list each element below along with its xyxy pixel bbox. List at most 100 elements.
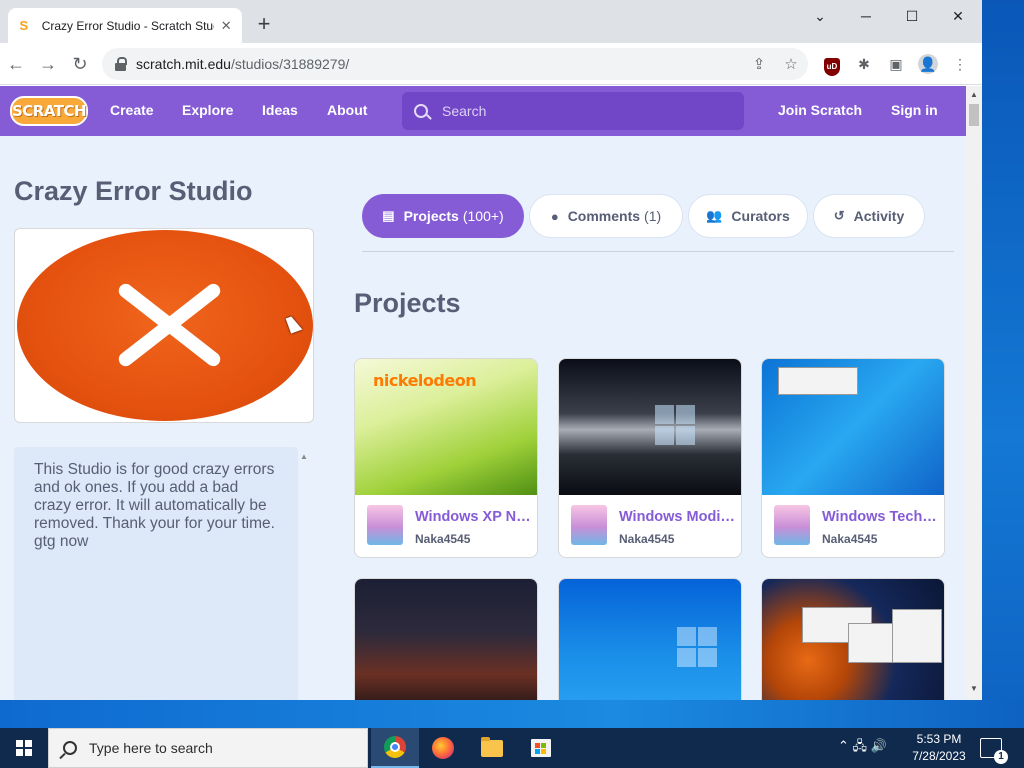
taskbar-search-box[interactable]: Type here to search [48,728,368,768]
scroll-thumb[interactable] [969,104,979,126]
taskbar-chrome[interactable] [371,728,419,768]
clock-date: 7/28/2023 [912,749,966,763]
search-icon [414,104,428,118]
minimize-button[interactable]: ─ [843,6,889,26]
tab-count: (100+) [462,208,504,224]
project-card[interactable] [558,578,742,700]
browser-tab[interactable]: S Crazy Error Studio - Scratch Studio ✕ [8,8,242,43]
nav-about[interactable]: About [327,102,367,118]
project-thumbnail[interactable]: nickelodeon [355,359,537,495]
back-arrow-icon[interactable]: ← [4,52,28,76]
ublock-badge: uD [824,58,840,76]
tab-search-chevron-icon[interactable]: ⌄ [797,6,843,26]
project-card[interactable]: Windows Modified Naka4545 [558,358,742,558]
tab-count: (1) [644,208,662,224]
nav-ideas[interactable]: Ideas [262,102,298,118]
search-icon [63,741,77,755]
taskbar-clock[interactable]: 5:53 PM 7/28/2023 [906,731,972,765]
project-card[interactable]: nickelodeon Windows XP Nickelodeon Naka4… [354,358,538,558]
project-author[interactable]: Naka4545 [619,532,674,546]
windows-taskbar: Type here to search ⌃ 🖧 🔊 5:53 PM 7/28/2… [0,728,1024,768]
url-host: scratch.mit.edu [136,56,231,72]
taskbar-firefox[interactable] [419,728,467,768]
projects-heading: Projects [354,288,461,318]
project-thumbnail[interactable] [559,359,741,495]
project-title[interactable]: Windows Technical [822,509,938,525]
tab-label: Curators [731,208,790,224]
address-bar[interactable]: scratch.mit.edu/studios/31889279/ ⇪ ☆ [102,48,808,80]
lock-icon[interactable] [114,57,128,71]
taskbar-search-placeholder: Type here to search [89,740,213,756]
desktop-background [982,0,1024,728]
tab-comments[interactable]: ● Comments (1) [529,194,683,238]
description-text: This Studio is for good crazy errors and… [34,461,275,550]
new-tab-button[interactable]: + [254,13,274,35]
close-window-button[interactable]: ✕ [935,6,981,26]
share-icon[interactable]: ⇪ [750,56,768,74]
tab-label: Comments [567,208,641,224]
tab-curators[interactable]: 👥 Curators [688,194,808,238]
browser-toolbar: ← → ↻ scratch.mit.edu/studios/31889279/ … [0,43,982,85]
scratch-search-input[interactable]: Search [402,92,744,130]
page-scrollbar[interactable]: ▲ ▼ [966,86,982,700]
tab-label: Projects [403,208,459,224]
tab-close-icon[interactable]: ✕ [218,18,234,34]
scratch-favicon-icon: S [19,18,29,33]
project-card[interactable] [761,578,945,700]
firefox-icon [432,737,454,759]
scroll-up-arrow-icon[interactable]: ▲ [970,90,978,99]
clock-time: 5:53 PM [916,732,962,746]
comment-bubble-icon: ● [550,208,559,224]
system-tray-icons[interactable]: ⌃ 🖧 🔊 [838,728,887,768]
join-scratch-link[interactable]: Join Scratch [778,102,862,118]
project-thumbnail[interactable] [355,579,537,700]
tab-projects[interactable]: ▤ Projects (100+) [362,194,524,238]
nav-create[interactable]: Create [110,102,154,118]
tab-label: Activity [853,208,905,224]
menu-kebab-icon[interactable]: ⋮ [950,54,970,74]
scroll-down-arrow-icon[interactable]: ▼ [970,684,978,693]
side-panel-icon[interactable]: ▣ [886,54,906,74]
windows-start-icon [16,740,32,756]
project-thumbnail[interactable] [762,359,944,495]
extensions-puzzle-icon[interactable]: ✱ [854,54,874,74]
project-author[interactable]: Naka4545 [415,532,470,546]
curators-icon: 👥 [706,208,723,223]
author-avatar[interactable] [367,505,403,545]
error-dialog-thumbnail [778,367,858,395]
project-author[interactable]: Naka4545 [822,532,877,546]
author-avatar[interactable] [571,505,607,545]
project-title[interactable]: Windows Modified [619,509,735,525]
scratch-logo[interactable]: SCRATCH [10,96,88,126]
folder-icon [481,736,503,757]
project-title[interactable]: Windows XP Nickelodeon [415,509,531,525]
notification-count-badge: 1 [994,750,1008,764]
taskbar-file-explorer[interactable] [468,728,516,768]
browser-window: S Crazy Error Studio - Scratch Studio ✕ … [0,0,982,700]
chrome-icon [384,736,406,758]
tab-title: Crazy Error Studio - Scratch Studio [41,18,215,33]
project-card[interactable] [354,578,538,700]
description-scroll-up-icon[interactable]: ▲ [300,452,308,461]
ublock-extension-icon[interactable]: uD [822,54,842,76]
author-avatar[interactable] [774,505,810,545]
desktop-background-strip [0,700,1024,728]
studio-thumbnail [14,228,314,423]
nav-explore[interactable]: Explore [182,102,233,118]
start-button[interactable] [0,728,48,768]
taskbar-store[interactable] [517,728,565,768]
bookmark-star-icon[interactable]: ☆ [782,56,800,74]
profile-avatar-icon[interactable]: 👤 [918,54,938,74]
reload-icon[interactable]: ↻ [68,52,92,76]
maximize-button[interactable]: ☐ [889,6,935,26]
studio-description: This Studio is for good crazy errors and… [14,447,298,700]
windows-logo-icon [655,405,695,445]
project-thumbnail[interactable] [559,579,741,700]
sign-in-link[interactable]: Sign in [891,102,938,118]
project-thumbnail[interactable] [762,579,944,700]
store-icon [531,739,551,757]
project-card[interactable]: Windows Technical Naka4545 [761,358,945,558]
forward-arrow-icon[interactable]: → [36,52,60,76]
tab-activity[interactable]: ↺ Activity [813,194,925,238]
scratch-navbar: SCRATCH Create Explore Ideas About Searc… [0,86,966,136]
